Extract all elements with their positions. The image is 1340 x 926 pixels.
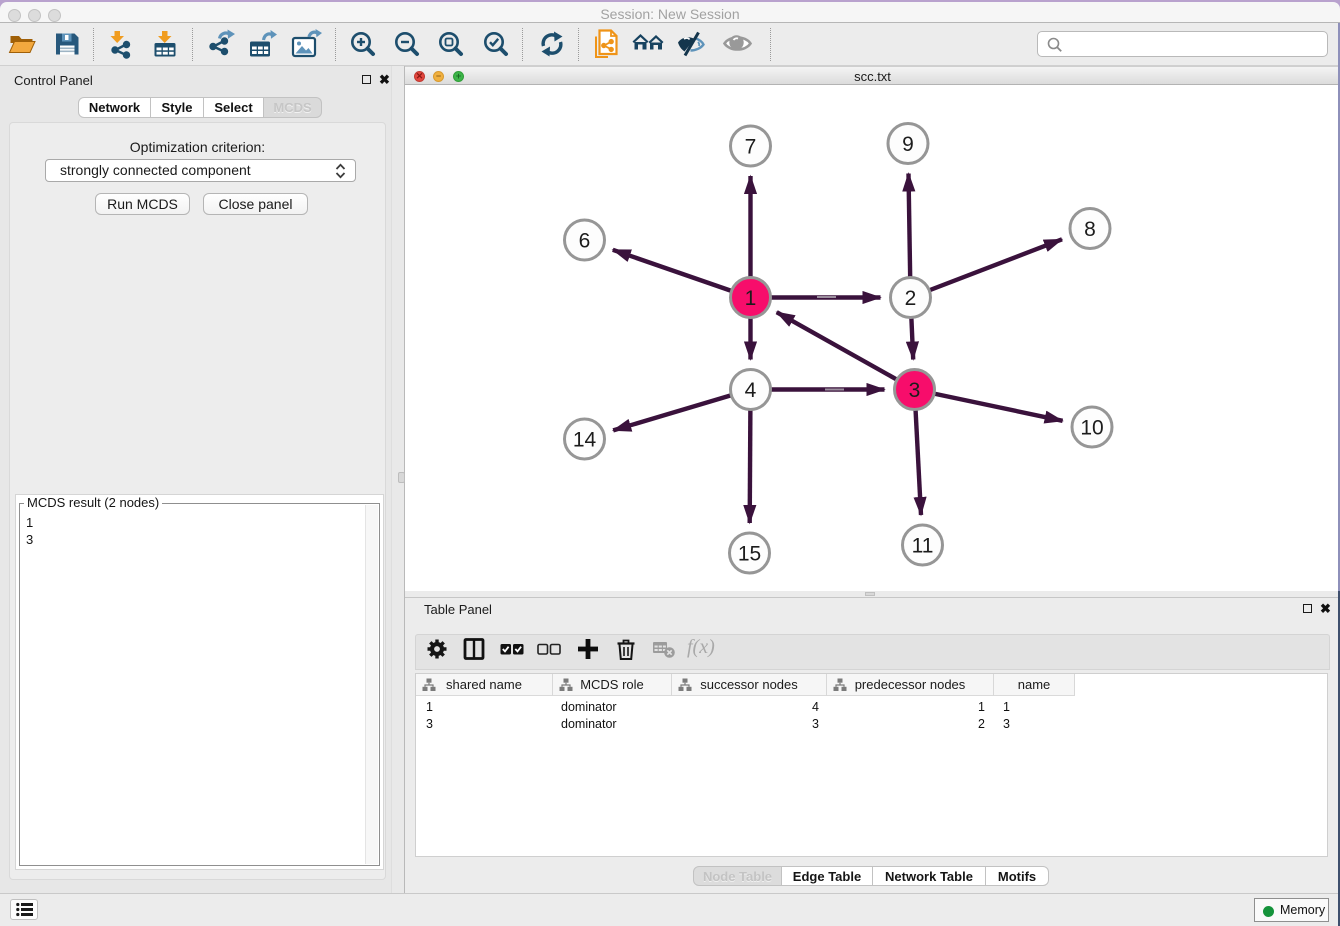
svg-text:9: 9 xyxy=(902,133,914,156)
svg-text:14: 14 xyxy=(573,429,597,452)
svg-text:1: 1 xyxy=(745,287,757,310)
svg-text:10: 10 xyxy=(1080,417,1103,440)
svg-text:7: 7 xyxy=(745,136,757,159)
svg-text:11: 11 xyxy=(912,535,934,558)
svg-text:15: 15 xyxy=(738,543,761,566)
svg-text:4: 4 xyxy=(745,379,757,402)
svg-text:3: 3 xyxy=(909,379,921,402)
svg-text:8: 8 xyxy=(1084,218,1096,241)
svg-text:2: 2 xyxy=(905,287,917,310)
svg-text:6: 6 xyxy=(579,230,591,253)
